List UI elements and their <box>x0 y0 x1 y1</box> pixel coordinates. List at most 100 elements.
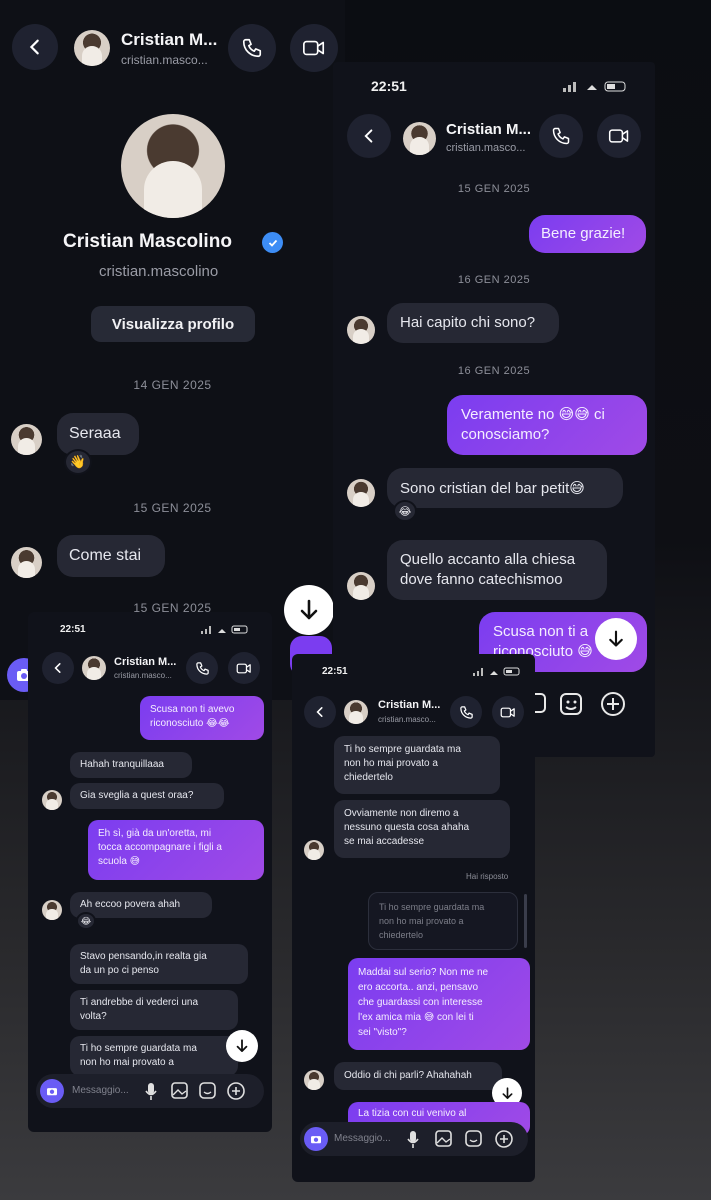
scroll-down-button[interactable] <box>284 585 334 635</box>
video-call-button[interactable] <box>597 114 641 158</box>
message-bubble-received[interactable]: Sono cristian del bar petit😅 <box>387 468 623 508</box>
avatar[interactable] <box>82 656 106 680</box>
chevron-left-icon <box>316 707 323 717</box>
message-bubble-sent[interactable]: Bene grazie! <box>529 215 646 253</box>
message-line: da un po ci penso <box>80 965 159 976</box>
message-line: Stavo pensando,in realta gia <box>80 951 207 962</box>
date-separator: 15 GEN 2025 <box>457 183 531 195</box>
back-button[interactable] <box>12 24 58 70</box>
avatar <box>304 840 324 860</box>
chevron-left-icon <box>54 663 61 673</box>
status-time: 22:51 <box>371 78 407 94</box>
reaction-emoji-icon: 😂 <box>76 912 96 930</box>
message-bubble-sent[interactable]: Scusa non ti avevo riconosciuto 😂😂 <box>140 696 264 740</box>
message-line: Maddai sul serio? Non me ne <box>358 967 489 978</box>
avatar <box>42 900 62 920</box>
contact-name[interactable]: Cristian M... <box>114 656 176 668</box>
message-line: sei "visto"? <box>358 1027 407 1038</box>
reaction-emoji-icon: 😂 <box>393 500 417 522</box>
back-button[interactable] <box>347 114 391 158</box>
message-line: chiedertelo <box>344 772 393 783</box>
phone-icon <box>552 127 570 145</box>
date-separator: 14 GEN 2025 <box>133 378 212 392</box>
avatar[interactable] <box>74 30 110 66</box>
message-line: Quello accanto alla chiesa <box>400 551 576 568</box>
chat-panel-4: 22:51 Cristian M... cristian.masco... Ti… <box>292 654 535 1182</box>
message-bubble-received[interactable]: Ti ho sempre guardata ma non ho mai prov… <box>334 736 500 794</box>
message-bubble-sent[interactable]: Eh sì, già da un'oretta, mi tocca accomp… <box>88 820 264 880</box>
quoted-reply[interactable]: Ti ho sempre guardata ma non ho mai prov… <box>368 892 518 950</box>
chevron-left-icon <box>29 39 39 55</box>
video-call-button[interactable] <box>492 696 524 728</box>
scroll-down-button[interactable] <box>595 618 637 660</box>
message-bubble-received[interactable]: Hahah tranquillaaa <box>70 752 192 778</box>
camera-button[interactable] <box>40 1079 64 1103</box>
profile-photo[interactable] <box>121 114 225 218</box>
avatar <box>347 316 375 344</box>
message-line: ero accorta.. anzi, pensavo <box>358 982 479 993</box>
message-bubble-received[interactable]: Quello accanto alla chiesa dove fanno ca… <box>387 540 607 600</box>
status-time: 22:51 <box>60 624 86 635</box>
chat-panel-2: 22:51 Cristian M... cristian.masco... 15… <box>333 62 655 757</box>
message-line: nessuno questa cosa ahaha <box>344 822 470 833</box>
avatar <box>347 479 375 507</box>
quote-line: non ho mai provato a <box>379 916 464 926</box>
video-call-button[interactable] <box>228 652 260 684</box>
message-line: Veramente no 😅😅 ci <box>461 406 605 423</box>
video-camera-icon <box>303 40 325 56</box>
avatar <box>11 547 42 578</box>
avatar <box>304 1070 324 1090</box>
call-button[interactable] <box>539 114 583 158</box>
message-bubble-received[interactable]: Hai capito chi sono? <box>387 303 559 343</box>
message-line: riconosciuto 😂😂 <box>150 718 230 729</box>
call-button[interactable] <box>450 696 482 728</box>
message-line: conosciamo? <box>461 426 550 443</box>
avatar[interactable] <box>344 700 368 724</box>
contact-username: cristian.masco... <box>378 715 436 724</box>
message-bubble-received[interactable]: Gia sveglia a quest oraa? <box>70 783 224 809</box>
contact-name[interactable]: Cristian M... <box>446 121 531 138</box>
avatar <box>11 424 42 455</box>
message-line: non ho mai provato a <box>344 758 438 769</box>
composer-icons <box>523 688 643 720</box>
call-button[interactable] <box>186 652 218 684</box>
status-time: 22:51 <box>322 666 348 677</box>
verified-badge-icon <box>262 232 283 253</box>
contact-name[interactable]: Cristian M... <box>378 699 440 711</box>
message-line: se mai accadesse <box>344 836 425 847</box>
message-bubble-sent[interactable]: Maddai sul serio? Non me ne ero accorta.… <box>348 958 530 1050</box>
message-bubble-received[interactable]: Ti andrebbe di vederci una volta? <box>70 990 238 1030</box>
message-line: scuola 😅 <box>98 856 141 867</box>
avatar <box>42 790 62 810</box>
message-placeholder: Messaggio... <box>334 1133 391 1144</box>
video-call-button[interactable] <box>290 24 338 72</box>
camera-icon <box>47 1088 57 1096</box>
call-button[interactable] <box>228 24 276 72</box>
phone-icon <box>459 705 473 719</box>
status-icons <box>561 80 631 92</box>
video-camera-icon <box>608 129 629 143</box>
message-bubble-received[interactable]: Seraaa <box>57 413 139 455</box>
back-button[interactable] <box>42 652 74 684</box>
message-bubble-received[interactable]: Ti ho sempre guardata ma non ho mai prov… <box>70 1036 238 1076</box>
message-line: dove fanno catechismoo <box>400 571 563 588</box>
avatar[interactable] <box>403 122 436 155</box>
phone-icon <box>195 661 209 675</box>
message-line: Eh sì, già da un'oretta, mi <box>98 828 212 839</box>
message-line: che guardassi con interesse <box>358 997 483 1008</box>
quote-line: chiedertelo <box>379 930 424 940</box>
message-bubble-received[interactable]: Stavo pensando,in realta gia da un po ci… <box>70 944 248 984</box>
view-profile-button[interactable]: Visualizza profilo <box>91 306 255 342</box>
scroll-down-button[interactable] <box>226 1030 258 1062</box>
camera-button[interactable] <box>304 1127 328 1151</box>
back-button[interactable] <box>304 696 336 728</box>
contact-username: cristian.masco... <box>446 142 526 154</box>
arrow-down-icon <box>609 630 623 647</box>
composer-icons <box>404 1128 520 1150</box>
message-bubble-received[interactable]: Ovviamente non diremo a nessuno questa c… <box>334 800 510 858</box>
contact-username: cristian.masco... <box>114 671 172 680</box>
message-bubble-sent[interactable]: Veramente no 😅😅 ci conosciamo? <box>447 395 647 455</box>
contact-name[interactable]: Cristian M... <box>121 30 217 50</box>
message-bubble-received[interactable]: Oddio di chi parli? Ahahahah <box>334 1062 502 1090</box>
message-bubble-received[interactable]: Come stai <box>57 535 165 577</box>
